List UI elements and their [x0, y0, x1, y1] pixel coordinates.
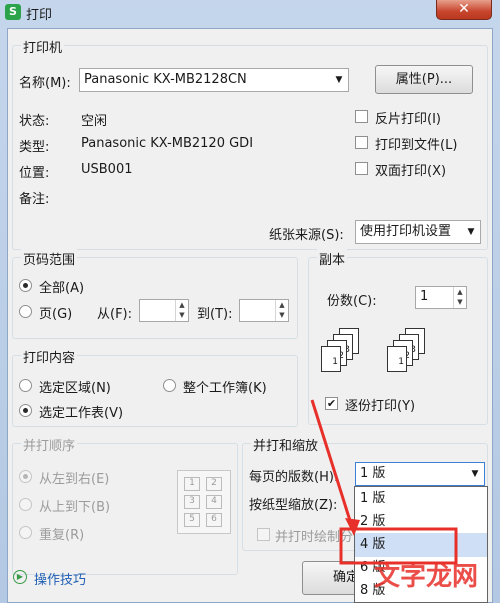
site-watermark: 文字龙网: [374, 562, 479, 592]
annotation-arrow-line: [310, 399, 354, 528]
print-dialog: S 打印 ✕ 打印机 名称(M): Panasonic KX-MB2128CN …: [0, 0, 500, 603]
annotation-overlay: [310, 399, 458, 565]
annotation-arrowhead-icon: [345, 518, 360, 536]
